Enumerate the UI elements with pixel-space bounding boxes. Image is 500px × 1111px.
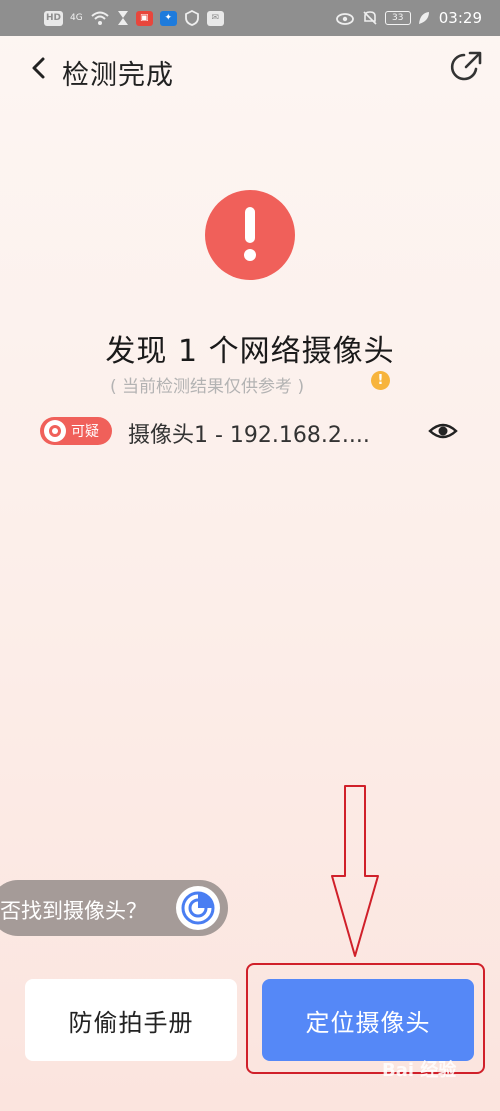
eye-comfort-icon xyxy=(335,13,354,25)
radar-button[interactable] xyxy=(176,886,220,930)
page-title: 检测完成 xyxy=(62,60,174,91)
locate-camera-button[interactable]: 定位摄像头 xyxy=(262,979,474,1061)
signal-4g-label: 4G xyxy=(70,13,83,23)
status-icons-left: HD 4G ▣ ✦ ✉ xyxy=(44,10,224,26)
app-icon-blue: ✦ xyxy=(159,10,177,26)
status-bar: HD 4G ▣ ✦ ✉ 33 03:29 xyxy=(0,0,500,36)
annotation-arrow xyxy=(331,785,379,957)
leaf-icon xyxy=(418,12,429,24)
radar-icon xyxy=(181,891,215,925)
mail-icon: ✉ xyxy=(206,10,224,26)
not-found-pill[interactable]: 否找到摄像头？ xyxy=(0,880,228,936)
exclamation-icon xyxy=(244,207,256,261)
eye-icon[interactable] xyxy=(428,418,458,444)
result-title: 发现 1 个网络摄像头 xyxy=(105,334,395,369)
result-note: ( 当前检测结果仅供参考 ) xyxy=(110,377,305,397)
manual-button[interactable]: 防偷拍手册 xyxy=(25,979,237,1061)
chevron-left-icon[interactable] xyxy=(26,54,54,82)
hourglass-icon xyxy=(117,11,128,25)
status-icons-right: 33 03:29 xyxy=(335,9,482,27)
camera-lens-icon xyxy=(44,420,66,442)
info-icon[interactable]: ! xyxy=(371,371,390,390)
mute-icon xyxy=(363,11,377,25)
suspect-label: 可疑 xyxy=(71,424,99,440)
not-found-text: 否找到摄像头？ xyxy=(0,899,147,923)
battery-icon: 33 xyxy=(384,11,411,25)
app-icon-red: ▣ xyxy=(135,10,153,26)
camera-label: 摄像头1 - 192.168.2.... xyxy=(128,423,370,448)
shield-icon xyxy=(184,10,199,26)
wifi-icon xyxy=(91,11,109,25)
watermark: Bai 经验 xyxy=(382,1060,457,1081)
hd-badge: HD xyxy=(44,10,64,26)
header: 检测完成 xyxy=(0,36,500,106)
list-item[interactable]: 可疑 摄像头1 - 192.168.2.... xyxy=(40,412,470,450)
share-icon[interactable] xyxy=(446,47,486,87)
warning-circle xyxy=(205,190,295,280)
suspect-badge: 可疑 xyxy=(40,417,112,445)
clock: 03:29 xyxy=(438,9,482,27)
